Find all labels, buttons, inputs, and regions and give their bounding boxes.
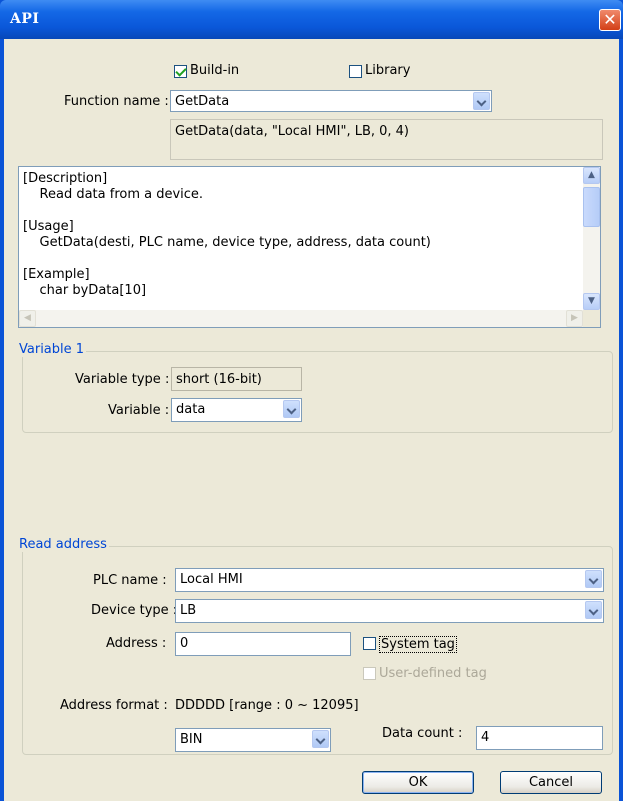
scroll-up-button[interactable]: ▲ xyxy=(583,167,600,184)
variable-label: Variable : xyxy=(108,403,170,418)
dialog-body: Build-in Library Function name : GetData… xyxy=(4,39,619,801)
format-select[interactable]: BIN xyxy=(175,728,331,752)
address-format-value: DDDDD [range : 0 ~ 12095] xyxy=(175,698,359,713)
user-defined-tag-label[interactable]: User-defined tag xyxy=(379,666,487,681)
address-input[interactable]: 0 xyxy=(175,632,351,656)
build-in-checkbox[interactable] xyxy=(174,65,187,78)
system-tag-checkbox[interactable] xyxy=(363,637,376,650)
read-address-group-title: Read address xyxy=(17,537,109,552)
device-type-select[interactable]: LB xyxy=(175,599,604,623)
address-label: Address : xyxy=(106,636,167,651)
device-type-label: Device type : xyxy=(91,603,178,618)
close-button[interactable]: ✕ xyxy=(599,9,621,31)
function-name-value: GetData xyxy=(175,94,230,109)
variable-type-label: Variable type : xyxy=(75,372,170,387)
plc-name-dropdown-button[interactable] xyxy=(585,570,602,588)
horizontal-scrollbar[interactable]: ◀ ▶ xyxy=(19,310,583,327)
variable-type-value: short (16-bit) xyxy=(171,367,302,391)
variable1-group xyxy=(22,351,613,433)
window-title: API xyxy=(10,11,40,27)
data-count-value: 4 xyxy=(481,730,490,745)
data-count-input[interactable]: 4 xyxy=(476,726,603,750)
variable1-group-title: Variable 1 xyxy=(17,342,87,357)
address-value: 0 xyxy=(180,636,189,651)
user-defined-tag-checkbox[interactable] xyxy=(363,667,376,680)
plc-name-value: Local HMI xyxy=(180,572,243,587)
ok-button[interactable]: OK xyxy=(362,771,474,794)
device-type-value: LB xyxy=(180,603,197,618)
address-format-label: Address format : xyxy=(60,698,168,713)
format-select-value: BIN xyxy=(180,732,203,747)
function-name-label: Function name : xyxy=(64,94,169,109)
system-tag-label[interactable]: System tag xyxy=(379,636,457,653)
library-checkbox[interactable] xyxy=(349,65,362,78)
variable-select[interactable]: data xyxy=(171,398,302,422)
function-dropdown-button[interactable] xyxy=(473,92,490,110)
cancel-button[interactable]: Cancel xyxy=(500,771,602,794)
scroll-down-button[interactable]: ▼ xyxy=(583,293,600,310)
plc-name-select[interactable]: Local HMI xyxy=(175,568,604,592)
title-bar[interactable]: API ✕ xyxy=(0,0,623,39)
vertical-scrollbar[interactable]: ▲ ▼ xyxy=(583,167,600,310)
scroll-thumb[interactable] xyxy=(583,187,600,227)
scroll-left-button[interactable]: ◀ xyxy=(19,310,36,327)
format-dropdown-button[interactable] xyxy=(312,730,329,748)
description-box[interactable]: [Description] Read data from a device. [… xyxy=(18,166,601,328)
function-name-select[interactable]: GetData xyxy=(170,90,492,112)
api-dialog: API ✕ Build-in Library Function name : G… xyxy=(0,0,623,801)
variable-type-text: short (16-bit) xyxy=(176,372,262,387)
library-label[interactable]: Library xyxy=(365,63,410,78)
scroll-right-button[interactable]: ▶ xyxy=(566,310,583,327)
variable-dropdown-button[interactable] xyxy=(283,400,300,418)
function-preview-text: GetData(data, "Local HMI", LB, 0, 4) xyxy=(175,124,410,139)
device-type-dropdown-button[interactable] xyxy=(585,601,602,619)
variable-value: data xyxy=(176,402,206,417)
build-in-label[interactable]: Build-in xyxy=(190,63,239,78)
description-text: [Description] Read data from a device. [… xyxy=(23,171,431,298)
function-preview: GetData(data, "Local HMI", LB, 0, 4) xyxy=(170,119,603,160)
data-count-label: Data count : xyxy=(382,726,463,741)
plc-name-label: PLC name : xyxy=(93,573,167,588)
scrollbar-corner xyxy=(583,310,600,327)
